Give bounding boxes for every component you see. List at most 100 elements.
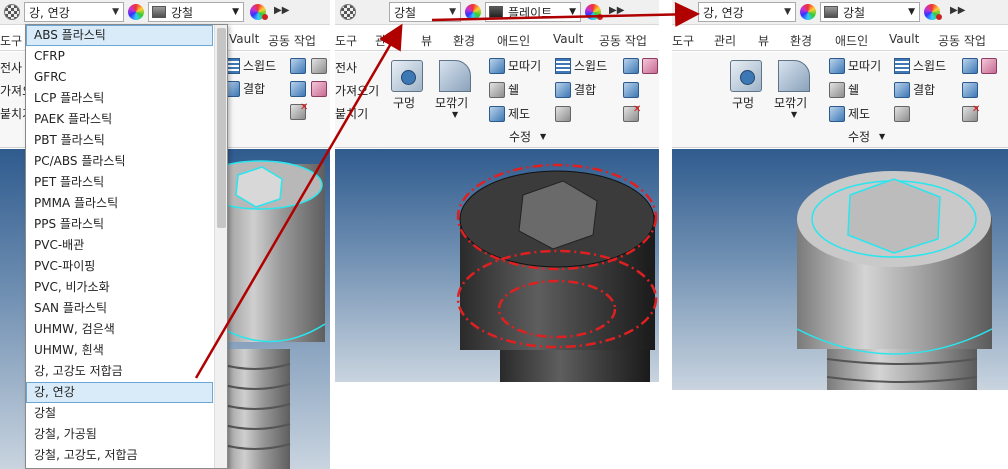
dropdown-item[interactable]: UHMW, 흰색 — [26, 340, 213, 361]
ribbon-label-paste[interactable]: 붙치기 — [335, 105, 368, 122]
overflow-icon[interactable]: ▶▶ — [950, 5, 965, 16]
tab-view[interactable]: 뷰 — [421, 32, 432, 49]
shell-icon[interactable] — [829, 82, 845, 98]
chamfer-icon[interactable] — [829, 58, 845, 74]
checker-icon[interactable] — [4, 4, 20, 20]
mirror-icon[interactable] — [311, 81, 327, 97]
dropdown-item[interactable]: PMMA 플라스틱 — [26, 193, 213, 214]
material-select[interactable]: 강, 연강 ▼ — [698, 2, 796, 22]
tab-tools[interactable]: 도구 — [0, 32, 22, 49]
material-select[interactable]: 강철 ▼ — [389, 2, 461, 22]
dropdown-item[interactable]: PC/ABS 플라스틱 — [26, 151, 213, 172]
thicken-icon[interactable] — [311, 58, 327, 74]
hole-icon[interactable] — [730, 60, 762, 92]
graphics-viewport[interactable] — [672, 149, 1008, 390]
tab-collaborate[interactable]: 공동 작업 — [599, 32, 647, 49]
tab-vault[interactable]: Vault — [553, 32, 583, 46]
draft-label[interactable]: 제도 — [848, 105, 870, 122]
dropdown-item[interactable]: UHMW, 검은색 — [26, 319, 213, 340]
sweep-icon[interactable] — [555, 58, 571, 74]
fillet-chevron-icon[interactable]: ▼ — [791, 110, 797, 119]
shell-label[interactable]: 쉘 — [508, 81, 519, 98]
join-label[interactable]: 결합 — [243, 80, 265, 97]
tab-manage[interactable]: 관리 — [375, 32, 397, 49]
modify-group-label[interactable]: 수정 — [848, 128, 870, 145]
tab-view[interactable]: 뷰 — [758, 32, 769, 49]
overflow-icon[interactable]: ▶▶ — [274, 5, 289, 16]
mirror-icon[interactable] — [981, 58, 997, 74]
hole-label[interactable]: 구멍 — [393, 94, 415, 111]
material-dropdown[interactable]: ABS 플라스틱 CFRP GFRC LCP 플라스틱 PAEK 플라스틱 PB… — [25, 24, 228, 469]
sweep-label[interactable]: 스윕드 — [243, 57, 276, 74]
draft-icon[interactable] — [489, 106, 505, 122]
mirror-icon[interactable] — [642, 58, 658, 74]
dropdown-item[interactable]: PET 플라스틱 — [26, 172, 213, 193]
shell-label[interactable]: 쉘 — [848, 81, 859, 98]
ribbon-label-import[interactable]: 가져오기 — [335, 82, 379, 99]
appearance-select[interactable]: 플레이트 ▼ — [485, 2, 581, 22]
stitch-icon[interactable] — [962, 58, 978, 74]
color-wheel-icon[interactable] — [800, 4, 816, 20]
scrollbar-thumb[interactable] — [217, 28, 226, 228]
sweep-icon[interactable] — [894, 58, 910, 74]
dropdown-item[interactable]: ABS 플라스틱 — [26, 25, 213, 46]
split-icon[interactable] — [623, 82, 639, 98]
dropdown-item[interactable]: 강철, 가공됨 — [26, 424, 213, 445]
modify-chevron-icon[interactable]: ▼ — [540, 132, 546, 141]
appearance-select[interactable]: 강철 ▼ — [148, 2, 244, 22]
join-label[interactable]: 결합 — [574, 81, 596, 98]
chamfer-icon[interactable] — [489, 58, 505, 74]
fillet-label[interactable]: 모깎기 — [435, 94, 468, 111]
tab-tools[interactable]: 도구 — [335, 32, 357, 49]
sweep-label[interactable]: 스윕드 — [574, 57, 607, 74]
split-icon[interactable] — [962, 82, 978, 98]
shell-icon[interactable] — [489, 82, 505, 98]
erase-icon[interactable] — [894, 106, 910, 122]
tab-vault[interactable]: Vault — [889, 32, 919, 46]
color-wheel-icon[interactable] — [465, 4, 481, 20]
tab-collaborate[interactable]: 공동 작업 — [268, 32, 316, 49]
fillet-chevron-icon[interactable]: ▼ — [452, 110, 458, 119]
draft-icon[interactable] — [829, 106, 845, 122]
material-select[interactable]: 강, 연강 ▼ — [24, 2, 124, 22]
modify-chevron-icon[interactable]: ▼ — [879, 132, 885, 141]
dropdown-item[interactable]: PVC-파이핑 — [26, 256, 213, 277]
tab-vault[interactable]: Vault — [229, 32, 259, 46]
tab-addins[interactable]: 애드인 — [497, 32, 530, 49]
dropdown-item[interactable]: CFRP — [26, 46, 213, 67]
dropdown-scrollbar[interactable] — [214, 25, 227, 468]
fillet-icon[interactable] — [439, 60, 471, 92]
color-wheel-icon[interactable] — [128, 4, 144, 20]
dropdown-item[interactable]: PPS 플라스틱 — [26, 214, 213, 235]
stitch-icon[interactable] — [623, 58, 639, 74]
dropdown-item[interactable]: GFRC — [26, 67, 213, 88]
dropdown-item[interactable]: SAN 플라스틱 — [26, 298, 213, 319]
sweep-label[interactable]: 스윕드 — [913, 57, 946, 74]
tab-collaborate[interactable]: 공동 작업 — [938, 32, 986, 49]
graphics-viewport[interactable] — [335, 149, 659, 382]
fillet-icon[interactable] — [778, 60, 810, 92]
hole-label[interactable]: 구멍 — [732, 94, 754, 111]
dropdown-item[interactable]: PVC, 비가소화 — [26, 277, 213, 298]
join-icon[interactable] — [894, 82, 910, 98]
dropdown-item[interactable]: PVC-배관 — [26, 235, 213, 256]
overflow-icon[interactable]: ▶▶ — [609, 5, 624, 16]
join-icon[interactable] — [555, 82, 571, 98]
tab-environment[interactable]: 환경 — [453, 32, 475, 49]
dropdown-item[interactable]: PAEK 플라스틱 — [26, 109, 213, 130]
dropdown-item[interactable]: 강, 고강도 저합금 — [26, 361, 213, 382]
chamfer-label[interactable]: 모따기 — [508, 57, 541, 74]
ribbon-label-transfer[interactable]: 전사 — [0, 59, 22, 76]
erase-icon[interactable] — [555, 106, 571, 122]
dropdown-item[interactable]: 강철 — [26, 403, 213, 424]
dropdown-item[interactable]: LCP 플라스틱 — [26, 88, 213, 109]
draft-label[interactable]: 제도 — [508, 105, 530, 122]
checker-icon[interactable] — [340, 4, 356, 20]
stitch-icon[interactable] — [290, 58, 306, 74]
dropdown-item[interactable]: PBT 플라스틱 — [26, 130, 213, 151]
tab-tools[interactable]: 도구 — [672, 32, 694, 49]
dropdown-item-selected[interactable]: 강, 연강 — [26, 382, 213, 403]
modify-group-label[interactable]: 수정 — [509, 128, 531, 145]
dropdown-item[interactable]: 강철, 고강도, 저합금 — [26, 445, 213, 466]
fillet-label[interactable]: 모깎기 — [774, 94, 807, 111]
